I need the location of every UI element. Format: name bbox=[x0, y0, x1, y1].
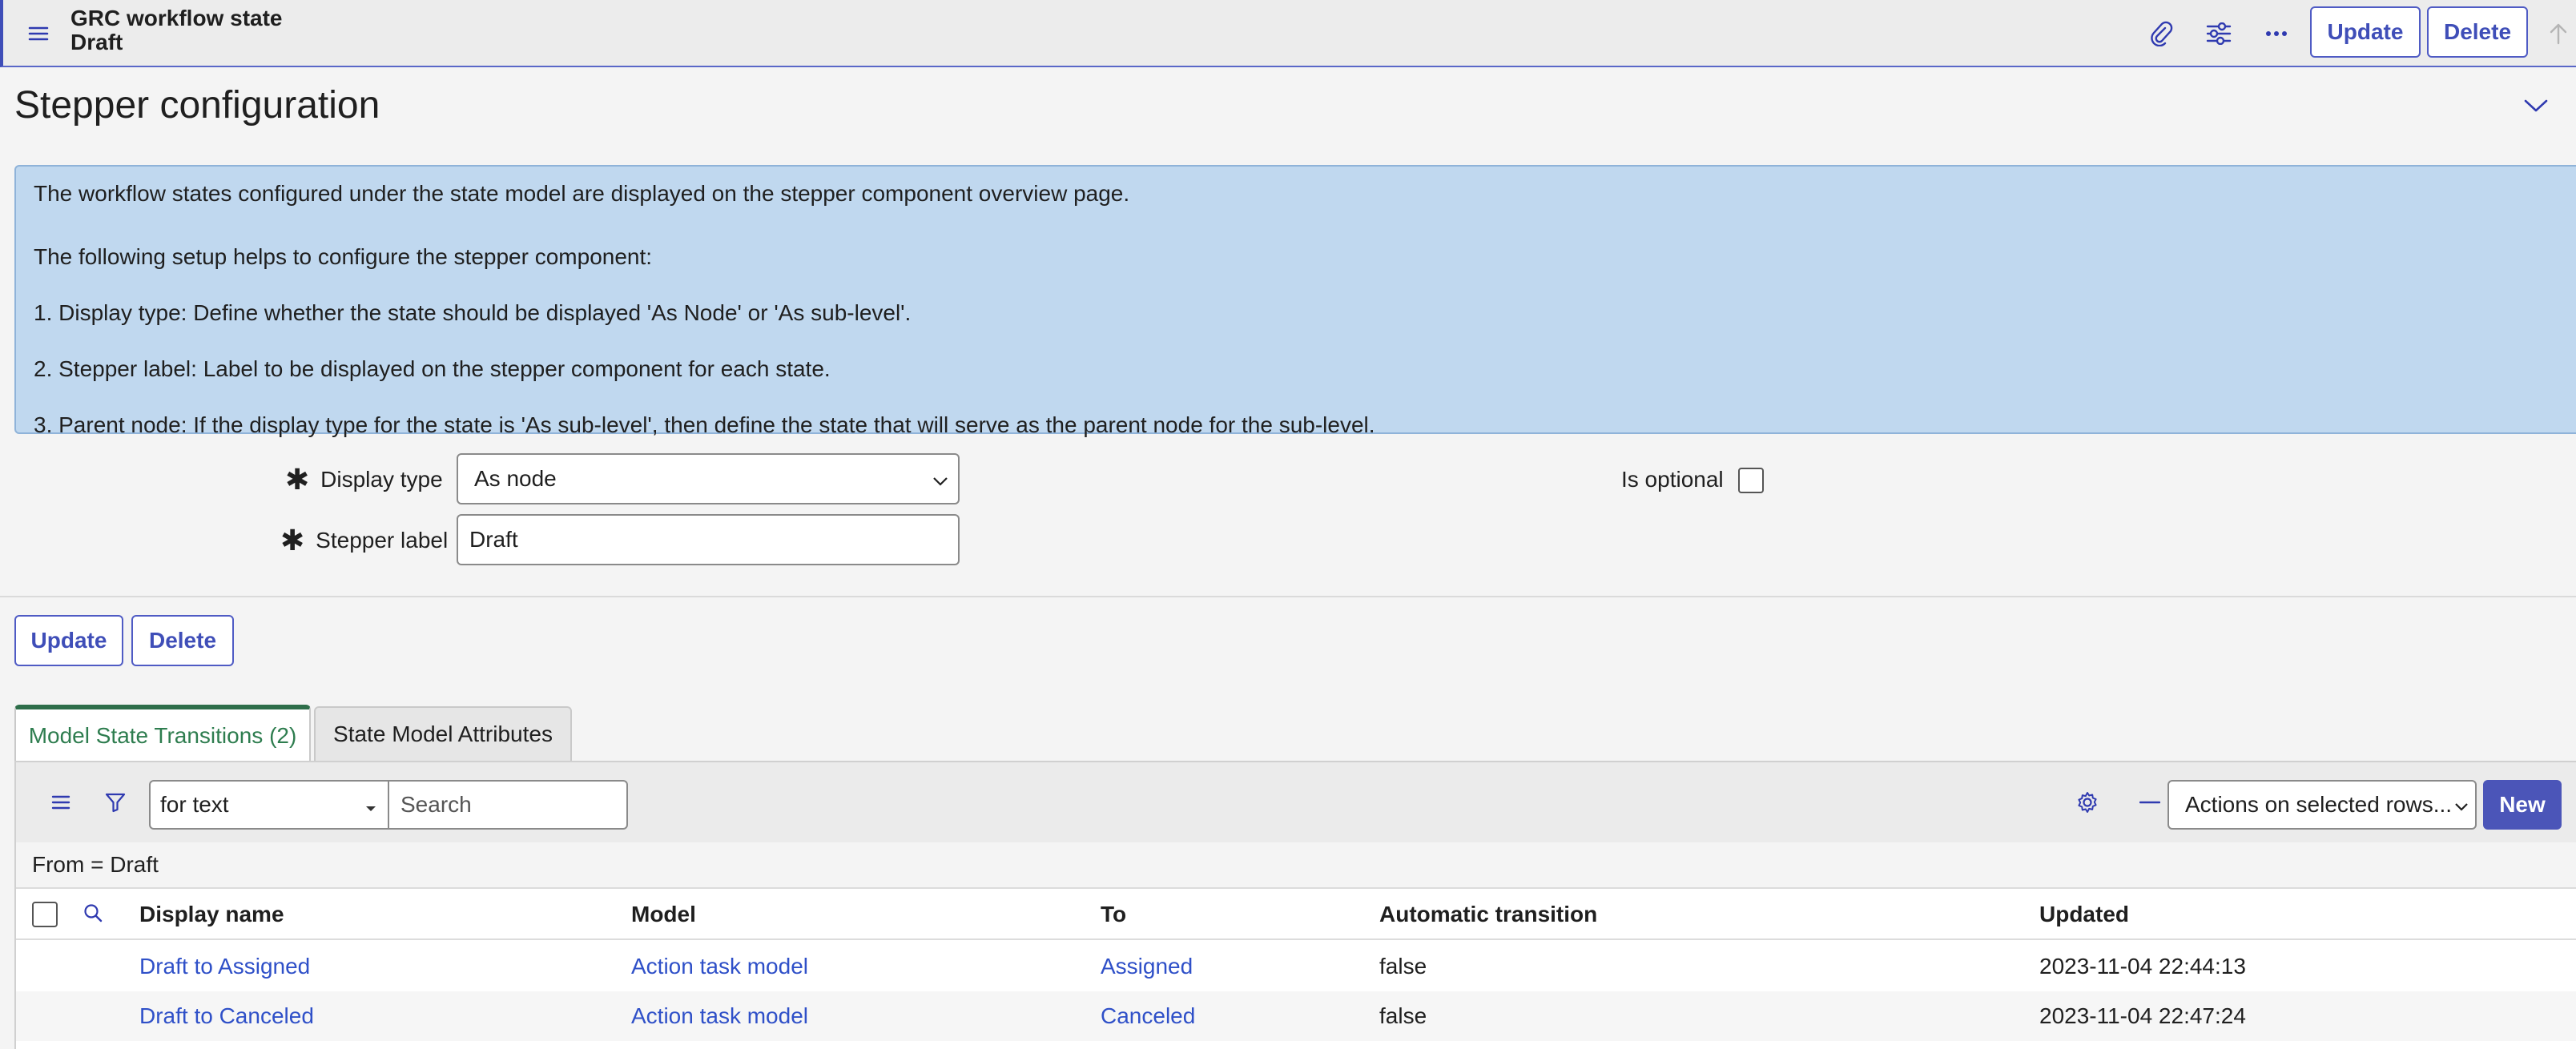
record-header: GRC workflow state Draft Update Delete bbox=[0, 0, 2576, 67]
info-line: 3. Parent node: If the display type for … bbox=[34, 412, 1375, 437]
display-type-label-text: Display type bbox=[320, 467, 443, 492]
record-table-title: GRC workflow state bbox=[70, 6, 283, 30]
list-toolbar: for text Search Actions on selected rows… bbox=[16, 762, 2576, 842]
settings-sliders-icon[interactable] bbox=[2200, 14, 2238, 53]
column-header-automatic-transition[interactable]: Automatic transition bbox=[1379, 889, 1597, 940]
info-line: The workflow states configured under the… bbox=[34, 181, 1130, 206]
stepper-label-label-text: Stepper label bbox=[316, 528, 449, 553]
row-to-link[interactable]: Assigned bbox=[1101, 942, 1193, 991]
search-input[interactable]: Search bbox=[388, 780, 628, 830]
display-type-value: As node bbox=[474, 466, 557, 491]
collapse-list-icon[interactable] bbox=[2132, 785, 2167, 820]
row-to-link[interactable]: Canceled bbox=[1101, 991, 1195, 1041]
info-line: 2. Stepper label: Label to be displayed … bbox=[34, 356, 831, 381]
search-field-select[interactable]: for text bbox=[149, 780, 389, 830]
tab-state-model-attributes[interactable]: State Model Attributes bbox=[314, 706, 572, 761]
display-type-label: ✱ Display type bbox=[285, 463, 443, 496]
chevron-down-icon bbox=[2454, 792, 2469, 818]
more-options-icon[interactable] bbox=[2257, 14, 2296, 53]
attachment-icon[interactable] bbox=[2142, 14, 2180, 53]
row-updated: 2023-11-04 22:44:13 bbox=[2039, 954, 2246, 979]
tab-model-state-transitions[interactable]: Model State Transitions (2) bbox=[14, 705, 311, 762]
form-divider bbox=[0, 596, 2576, 597]
filter-breadcrumb[interactable]: From = Draft bbox=[16, 842, 2576, 889]
actions-select[interactable]: Actions on selected rows... bbox=[2167, 780, 2477, 830]
is-optional-label: Is optional bbox=[1621, 467, 1724, 492]
list-menu-icon[interactable] bbox=[43, 785, 78, 820]
hamburger-menu-icon[interactable] bbox=[22, 19, 54, 48]
record-title-block: GRC workflow state Draft bbox=[70, 6, 282, 54]
filter-icon[interactable] bbox=[98, 785, 133, 820]
table-row: Draft to Assigned Action task model Assi… bbox=[16, 942, 2576, 991]
form-delete-button[interactable]: Delete bbox=[131, 615, 234, 666]
header-delete-button[interactable]: Delete bbox=[2427, 6, 2528, 58]
display-type-select[interactable]: As node bbox=[457, 453, 960, 504]
new-record-button[interactable]: New bbox=[2483, 780, 2562, 830]
required-asterisk-icon: ✱ bbox=[285, 463, 310, 496]
list-settings-gear-icon[interactable] bbox=[2070, 785, 2105, 820]
row-model-link[interactable]: Action task model bbox=[631, 991, 808, 1041]
row-display-name-link[interactable]: Draft to Assigned bbox=[139, 942, 310, 991]
table-header-row bbox=[16, 889, 2576, 940]
actions-select-value: Actions on selected rows... bbox=[2185, 792, 2453, 817]
stepper-label-input[interactable]: Draft bbox=[457, 514, 960, 565]
form-update-button[interactable]: Update bbox=[14, 615, 123, 666]
section-title: Stepper configuration bbox=[14, 84, 380, 127]
chevron-down-icon[interactable] bbox=[2520, 90, 2552, 122]
info-message-box: The workflow states configured under the… bbox=[14, 165, 2576, 437]
row-updated: 2023-11-04 22:47:24 bbox=[2039, 1003, 2246, 1028]
row-automatic-transition: false bbox=[1379, 954, 1427, 979]
related-list-panel: for text Search Actions on selected rows… bbox=[14, 761, 2576, 1049]
column-header-model[interactable]: Model bbox=[631, 889, 696, 940]
search-icon[interactable] bbox=[77, 897, 109, 929]
info-line: The following setup helps to configure t… bbox=[34, 244, 653, 269]
search-field-value: for text bbox=[160, 792, 229, 817]
record-display-value: Draft bbox=[70, 30, 123, 54]
select-all-checkbox[interactable] bbox=[32, 902, 58, 927]
row-display-name-link[interactable]: Draft to Canceled bbox=[139, 991, 314, 1041]
header-update-button[interactable]: Update bbox=[2310, 6, 2421, 58]
info-line: 1. Display type: Define whether the stat… bbox=[34, 300, 912, 325]
row-automatic-transition: false bbox=[1379, 1003, 1427, 1028]
column-header-updated[interactable]: Updated bbox=[2039, 889, 2129, 940]
chevron-down-icon bbox=[932, 466, 948, 492]
required-asterisk-icon: ✱ bbox=[280, 524, 305, 557]
is-optional-checkbox[interactable] bbox=[1738, 468, 1764, 493]
stepper-label-label: ✱ Stepper label bbox=[280, 524, 448, 557]
column-header-to[interactable]: To bbox=[1101, 889, 1126, 940]
column-header-display-name[interactable]: Display name bbox=[139, 889, 284, 940]
arrow-up-icon[interactable] bbox=[2539, 14, 2576, 53]
row-model-link[interactable]: Action task model bbox=[631, 942, 808, 991]
table-row: Draft to Canceled Action task model Canc… bbox=[16, 991, 2576, 1041]
caret-down-icon bbox=[365, 792, 376, 818]
